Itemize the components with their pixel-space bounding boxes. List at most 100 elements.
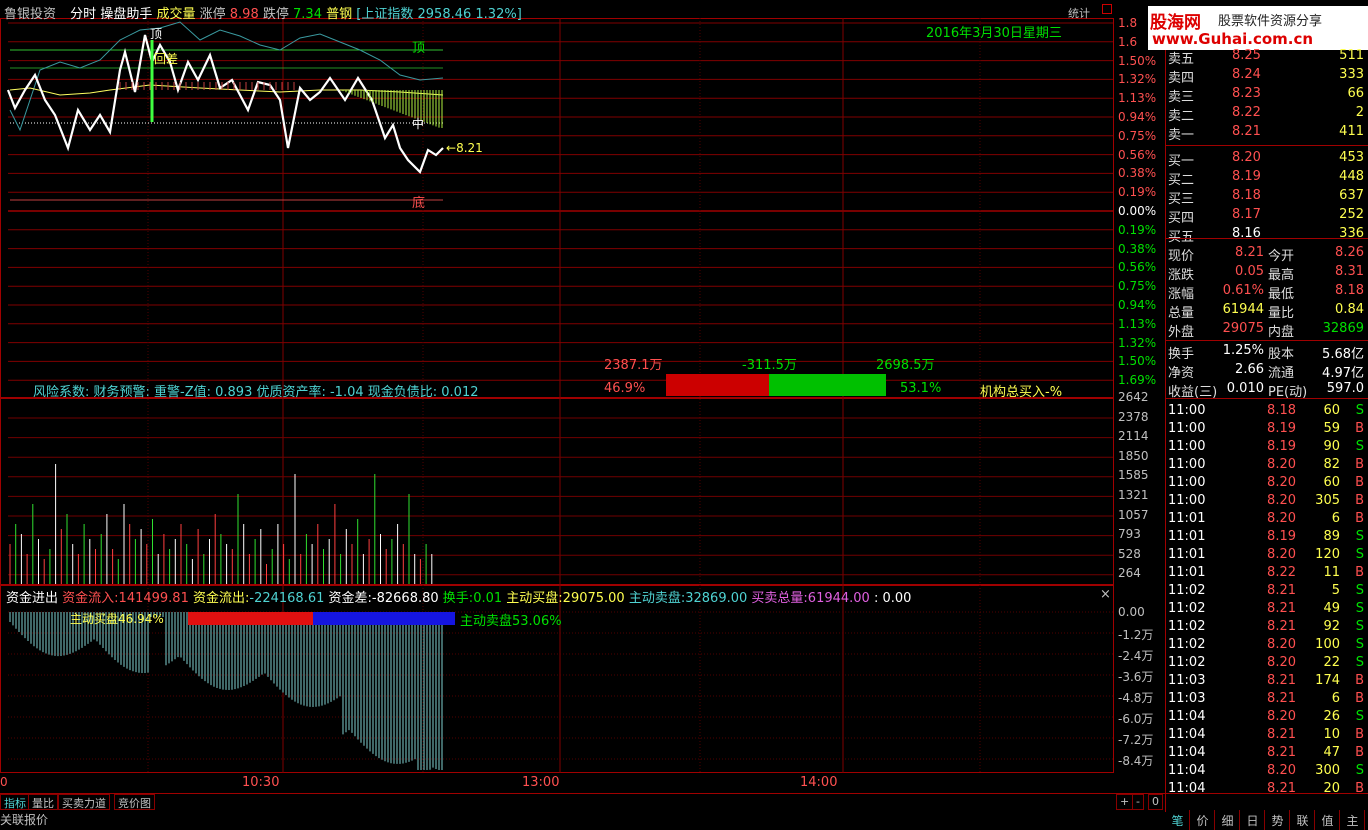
quote-row[interactable]: 现价 8.21 今开 8.26 — [1166, 244, 1368, 264]
side-tab[interactable]: 主 — [1341, 810, 1365, 830]
tick-direction: S — [1355, 403, 1364, 418]
price-axis-label: 1.50% — [1118, 354, 1157, 369]
stats-button[interactable]: 统计 — [1068, 5, 1090, 21]
tick-time: 11:02 — [1168, 583, 1206, 598]
quote-value: 29075 — [1222, 321, 1264, 336]
bid-label: 买一 — [1168, 154, 1195, 169]
footer-related-quotes[interactable]: 关联报价 — [0, 811, 48, 828]
average-price-line — [9, 84, 444, 96]
side-tab[interactable]: 势 — [1266, 810, 1290, 830]
trade-row[interactable]: 11:00 8.19 90 S — [1166, 438, 1368, 457]
trade-row[interactable]: 11:00 8.20 305 B — [1166, 492, 1368, 511]
trade-row[interactable]: 11:01 8.20 6 B — [1166, 510, 1368, 529]
trade-row[interactable]: 11:00 8.20 82 B — [1166, 456, 1368, 475]
trade-row[interactable]: 11:00 8.18 60 S — [1166, 402, 1368, 421]
side-tab[interactable]: 联 — [1291, 810, 1315, 830]
fund-axis-label: -2.4万 — [1118, 649, 1154, 663]
bid-row[interactable]: 买四 8.17 252 — [1166, 206, 1368, 226]
side-tab[interactable]: 细 — [1216, 810, 1240, 830]
trade-row[interactable]: 11:04 8.20 26 S — [1166, 708, 1368, 727]
tick-price: 8.20 — [1267, 511, 1296, 526]
trade-row[interactable]: 11:04 8.20 300 S — [1166, 762, 1368, 781]
close-icon[interactable]: × — [1100, 587, 1111, 602]
quote-label: 现价 — [1168, 249, 1195, 264]
trade-row[interactable]: 11:02 8.21 5 S — [1166, 582, 1368, 601]
price-axis-label: 1.8 — [1118, 16, 1138, 30]
zoom-in-button[interactable]: + — [1116, 794, 1134, 810]
extra-value: : 0.00 — [873, 591, 912, 606]
ask-row[interactable]: 卖四 8.24 333 — [1166, 66, 1368, 86]
trade-row[interactable]: 11:01 8.22 11 B — [1166, 564, 1368, 583]
total-value: 61944.00 — [807, 591, 870, 606]
quote-row[interactable]: 涨跌 0.05 最高 8.31 — [1166, 263, 1368, 283]
quote-row[interactable]: 总量 61944 量比 0.84 — [1166, 301, 1368, 321]
tick-time: 11:01 — [1168, 529, 1206, 544]
tick-price: 8.20 — [1267, 475, 1296, 490]
tab-buy-sell-force[interactable]: 买卖力道 — [58, 794, 110, 810]
panel-separator — [1166, 238, 1368, 239]
ask-volume: 66 — [1347, 86, 1364, 101]
fundamental-row[interactable]: 净资 2.66 流通 4.97亿 — [1166, 361, 1368, 381]
turnover-label: 换手: — [442, 591, 474, 606]
tab-indicator[interactable]: 指标 — [0, 794, 30, 810]
trade-row[interactable]: 11:01 8.20 120 S — [1166, 546, 1368, 565]
fund-buy-fill — [188, 612, 314, 625]
quote-label: 外盘 — [1168, 325, 1195, 340]
trade-row[interactable]: 11:04 8.21 20 B — [1166, 780, 1368, 799]
maximize-icon[interactable] — [1102, 4, 1112, 14]
limit-up-label: 涨停 — [199, 7, 226, 22]
trade-row[interactable]: 11:02 8.20 100 S — [1166, 636, 1368, 655]
trade-row[interactable]: 11:02 8.20 22 S — [1166, 654, 1368, 673]
inflow-label: 资金流入: — [62, 591, 119, 606]
bid-row[interactable]: 买二 8.19 448 — [1166, 168, 1368, 188]
tick-price: 8.20 — [1267, 655, 1296, 670]
tick-volume: 90 — [1323, 439, 1340, 454]
fundamental-row[interactable]: 换手 1.25% 股本 5.68亿 — [1166, 342, 1368, 362]
inflow-value: 141499.81 — [118, 591, 189, 606]
tick-time: 11:00 — [1168, 439, 1206, 454]
trade-row[interactable]: 11:01 8.19 89 S — [1166, 528, 1368, 547]
tick-price: 8.20 — [1267, 457, 1296, 472]
quote-row[interactable]: 外盘 29075 内盘 32869 — [1166, 320, 1368, 340]
volume-panel-border — [0, 398, 1114, 585]
zoom-out-button[interactable]: - — [1132, 794, 1144, 810]
tab-auction[interactable]: 竞价图 — [114, 794, 155, 810]
ask-row[interactable]: 卖五 8.25 511 — [1166, 47, 1368, 67]
tick-direction: B — [1355, 745, 1364, 760]
side-tab[interactable]: 值 — [1316, 810, 1340, 830]
tool-label[interactable]: 操盘助手 — [100, 7, 152, 22]
reset-button[interactable]: 0 — [1148, 794, 1163, 810]
tick-price: 8.18 — [1267, 403, 1296, 418]
trade-row[interactable]: 11:00 8.20 60 B — [1166, 474, 1368, 493]
trade-row[interactable]: 11:03 8.21 6 B — [1166, 690, 1368, 709]
fund-value: 5.68亿 — [1322, 347, 1364, 362]
side-tab[interactable]: 日 — [1241, 810, 1265, 830]
trade-row[interactable]: 11:03 8.21 174 B — [1166, 672, 1368, 691]
price-axis-label: 0.94% — [1118, 298, 1157, 312]
side-tab[interactable]: 笔 — [1166, 810, 1190, 830]
quote-value: 8.31 — [1335, 264, 1364, 279]
price-axis-label: 0.75% — [1118, 128, 1157, 143]
tick-volume: 60 — [1323, 475, 1340, 490]
quote-value: 0.84 — [1335, 302, 1364, 317]
trade-row[interactable]: 11:04 8.21 10 B — [1166, 726, 1368, 745]
bid-row[interactable]: 买三 8.18 637 — [1166, 187, 1368, 207]
ask-row[interactable]: 卖二 8.22 2 — [1166, 104, 1368, 124]
price-axis-label: 1.13% — [1118, 316, 1157, 331]
trade-row[interactable]: 11:02 8.21 49 S — [1166, 600, 1368, 619]
quote-row[interactable]: 涨幅 0.61% 最低 8.18 — [1166, 282, 1368, 302]
trade-row[interactable]: 11:02 8.21 92 S — [1166, 618, 1368, 637]
side-tab[interactable]: 价 — [1191, 810, 1215, 830]
trade-row[interactable]: 11:00 8.19 59 B — [1166, 420, 1368, 439]
mode-label[interactable]: 分时 — [70, 7, 96, 22]
tick-price: 8.19 — [1267, 421, 1296, 436]
quote-label: 涨跌 — [1168, 268, 1195, 283]
price-axis-label: 1.13% — [1118, 91, 1157, 106]
fundamental-row[interactable]: 收益(三) 0.010 PE(动) 597.0 — [1166, 380, 1368, 400]
ask-row[interactable]: 卖一 8.21 411 — [1166, 123, 1368, 143]
trade-row[interactable]: 11:04 8.21 47 B — [1166, 744, 1368, 763]
bid-row[interactable]: 买一 8.20 453 — [1166, 149, 1368, 169]
ask-row[interactable]: 卖三 8.23 66 — [1166, 85, 1368, 105]
tab-volume-ratio[interactable]: 量比 — [28, 794, 58, 810]
bid-row[interactable]: 买五 8.16 336 — [1166, 225, 1368, 245]
